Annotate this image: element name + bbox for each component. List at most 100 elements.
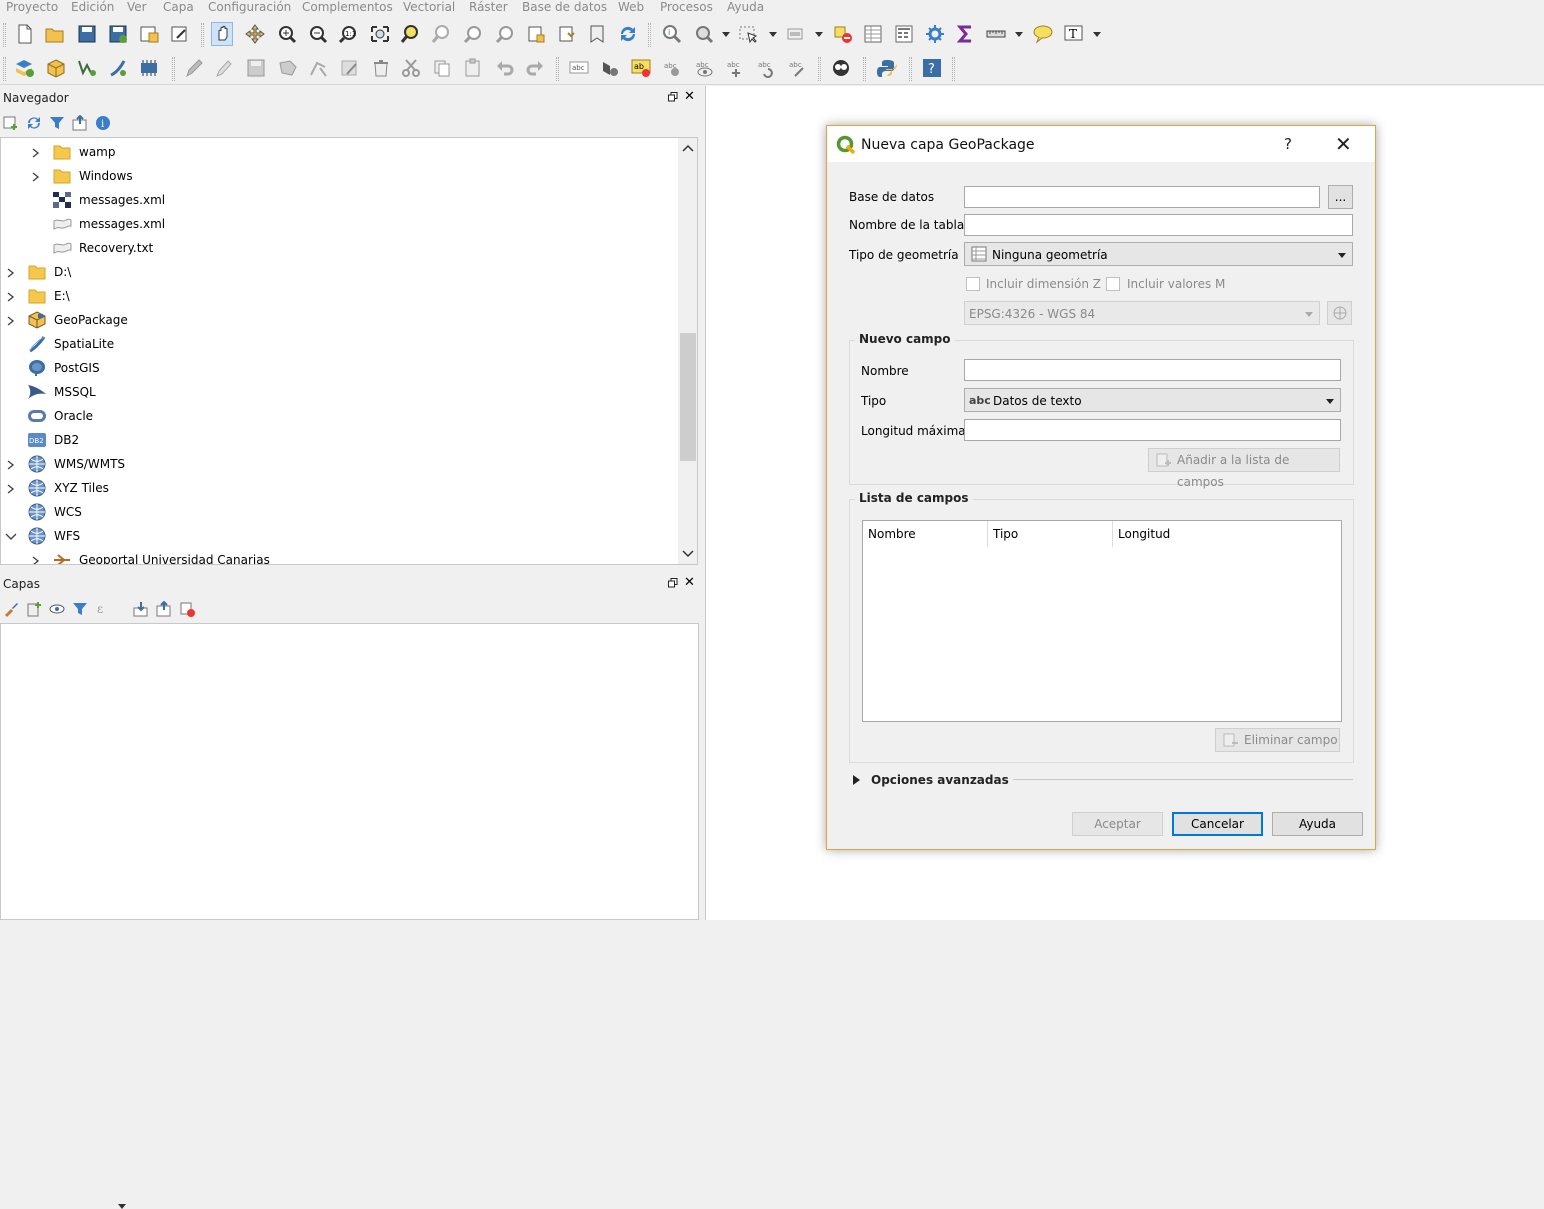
chevron-right-icon[interactable] (7, 483, 15, 494)
tree-row[interactable]: MSSQL (1, 380, 677, 404)
help-icon[interactable]: ? (1284, 135, 1292, 153)
tree-row[interactable]: Geoportal Universidad Canarias (1, 548, 677, 564)
manage-visibility-icon[interactable] (49, 601, 65, 617)
expand-all-icon[interactable] (133, 601, 149, 617)
deselect-all-icon[interactable] (832, 24, 854, 44)
zoom-native-icon[interactable]: 1:1 (338, 24, 360, 44)
refresh-icon[interactable] (26, 115, 42, 131)
vertical-scrollbar[interactable] (678, 138, 697, 564)
toggle-editing-icon[interactable] (213, 58, 235, 78)
select-by-value-icon[interactable] (785, 24, 807, 44)
column-header-name[interactable]: Nombre (863, 521, 988, 547)
tree-row[interactable]: Windows (1, 164, 677, 188)
menu-ver[interactable]: Ver (127, 0, 147, 14)
chevron-right-icon[interactable] (32, 555, 40, 564)
column-header-type[interactable]: Tipo (988, 521, 1113, 547)
quickmapservices-icon[interactable] (830, 58, 852, 78)
chevron-down-icon[interactable] (5, 531, 17, 541)
paste-features-icon[interactable] (462, 58, 484, 78)
new-print-layout-icon[interactable] (138, 24, 160, 44)
zoom-to-layer-icon[interactable] (431, 24, 453, 44)
advanced-options-toggle[interactable]: Opciones avanzadas (871, 773, 1009, 787)
menu-vectorial[interactable]: Vectorial (403, 0, 455, 14)
layer-styling-icon[interactable] (3, 601, 19, 617)
save-project-icon[interactable] (76, 24, 98, 44)
close-panel-icon[interactable]: ✕ (684, 575, 695, 590)
delete-selected-icon[interactable] (370, 58, 392, 78)
help-contents-icon[interactable]: ? (921, 58, 943, 78)
menu-capa[interactable]: Capa (163, 0, 194, 14)
zoom-out-icon[interactable] (307, 24, 329, 44)
save-as-icon[interactable] (107, 24, 129, 44)
current-edits-icon[interactable] (183, 58, 205, 78)
remove-field-button[interactable]: Eliminar campo (1215, 728, 1340, 752)
zoom-to-selection-icon[interactable] (400, 24, 422, 44)
new-temporary-layer-icon[interactable] (138, 58, 160, 78)
menu-proyecto[interactable]: Proyecto (6, 0, 58, 14)
close-icon[interactable]: ✕ (1335, 132, 1352, 156)
expand-triangle-icon[interactable] (853, 775, 860, 785)
menu-ayuda[interactable]: Ayuda (727, 0, 764, 14)
redo-icon[interactable] (524, 58, 546, 78)
menu-complementos[interactable]: Complementos (302, 0, 393, 14)
scroll-up-icon[interactable] (682, 144, 694, 152)
close-panel-icon[interactable]: ✕ (684, 89, 695, 104)
tree-row[interactable]: WMS/WMTS (1, 452, 677, 476)
new-shapefile-layer-icon[interactable] (76, 58, 98, 78)
layout-manager-icon[interactable] (169, 24, 191, 44)
fields-table[interactable]: Nombre Tipo Longitud (862, 520, 1342, 722)
spatial-bookmarks-icon[interactable] (586, 24, 608, 44)
tree-row[interactable]: PostGIS (1, 356, 677, 380)
include-z-checkbox[interactable] (966, 277, 980, 291)
pin-labels-icon[interactable]: abc (661, 58, 683, 78)
label-tool-icon[interactable]: abc (568, 58, 590, 78)
highlight-labels-icon[interactable]: ab (630, 58, 652, 78)
filter-legend-icon[interactable] (72, 601, 88, 617)
menu-configuracion[interactable]: Configuración (208, 0, 291, 14)
measure-icon[interactable] (985, 24, 1007, 44)
toolbar-handle[interactable] (3, 57, 6, 81)
chevron-right-icon[interactable] (32, 171, 40, 182)
copy-features-icon[interactable] (431, 58, 453, 78)
field-calculator-icon[interactable] (893, 24, 915, 44)
chevron-down-icon[interactable] (118, 1204, 126, 1209)
cut-features-icon[interactable] (400, 58, 422, 78)
save-edits-icon[interactable] (245, 58, 267, 78)
tree-row[interactable]: SpatiaLite (1, 332, 677, 356)
chevron-down-icon[interactable] (769, 32, 777, 37)
tree-row[interactable]: wamp (1, 140, 677, 164)
map-tips-icon[interactable] (1032, 24, 1054, 44)
menu-base-de-datos[interactable]: Base de datos (522, 0, 607, 14)
attribute-table-icon[interactable] (862, 24, 884, 44)
chevron-down-icon[interactable] (1093, 32, 1101, 37)
add-selected-layers-icon[interactable] (3, 115, 19, 131)
tree-row[interactable]: WFS (1, 524, 677, 548)
change-label-icon[interactable]: abc (786, 58, 808, 78)
chevron-right-icon[interactable] (7, 459, 15, 470)
table-name-input[interactable] (964, 214, 1353, 236)
column-header-length[interactable]: Longitud (1113, 521, 1341, 547)
run-action-icon[interactable] (693, 24, 715, 44)
include-m-checkbox[interactable] (1106, 277, 1120, 291)
layer-labeling-icon[interactable] (598, 58, 620, 78)
tree-row[interactable]: Recovery.txt (1, 236, 677, 260)
tree-row[interactable]: E:\ (1, 284, 677, 308)
new-geopackage-layer-icon[interactable] (45, 58, 67, 78)
geometry-type-select[interactable]: Ninguna geometría (964, 242, 1353, 266)
move-label-icon[interactable]: abc (724, 58, 746, 78)
scroll-down-icon[interactable] (682, 550, 694, 558)
help-button[interactable]: Ayuda (1272, 812, 1363, 836)
python-console-icon[interactable] (876, 58, 898, 78)
data-source-manager-icon[interactable] (13, 58, 35, 78)
chevron-down-icon[interactable] (1015, 32, 1023, 37)
menu-web[interactable]: Web (618, 0, 644, 14)
undo-icon[interactable] (494, 58, 516, 78)
add-group-icon[interactable] (26, 601, 42, 617)
zoom-in-icon[interactable] (276, 24, 298, 44)
modify-attributes-icon[interactable] (339, 58, 361, 78)
refresh-icon[interactable] (617, 24, 639, 44)
show-bookmarks-icon[interactable] (556, 24, 578, 44)
chevron-right-icon[interactable] (7, 315, 15, 326)
pan-hand-icon[interactable] (211, 22, 233, 46)
menu-procesos[interactable]: Procesos (660, 0, 713, 14)
